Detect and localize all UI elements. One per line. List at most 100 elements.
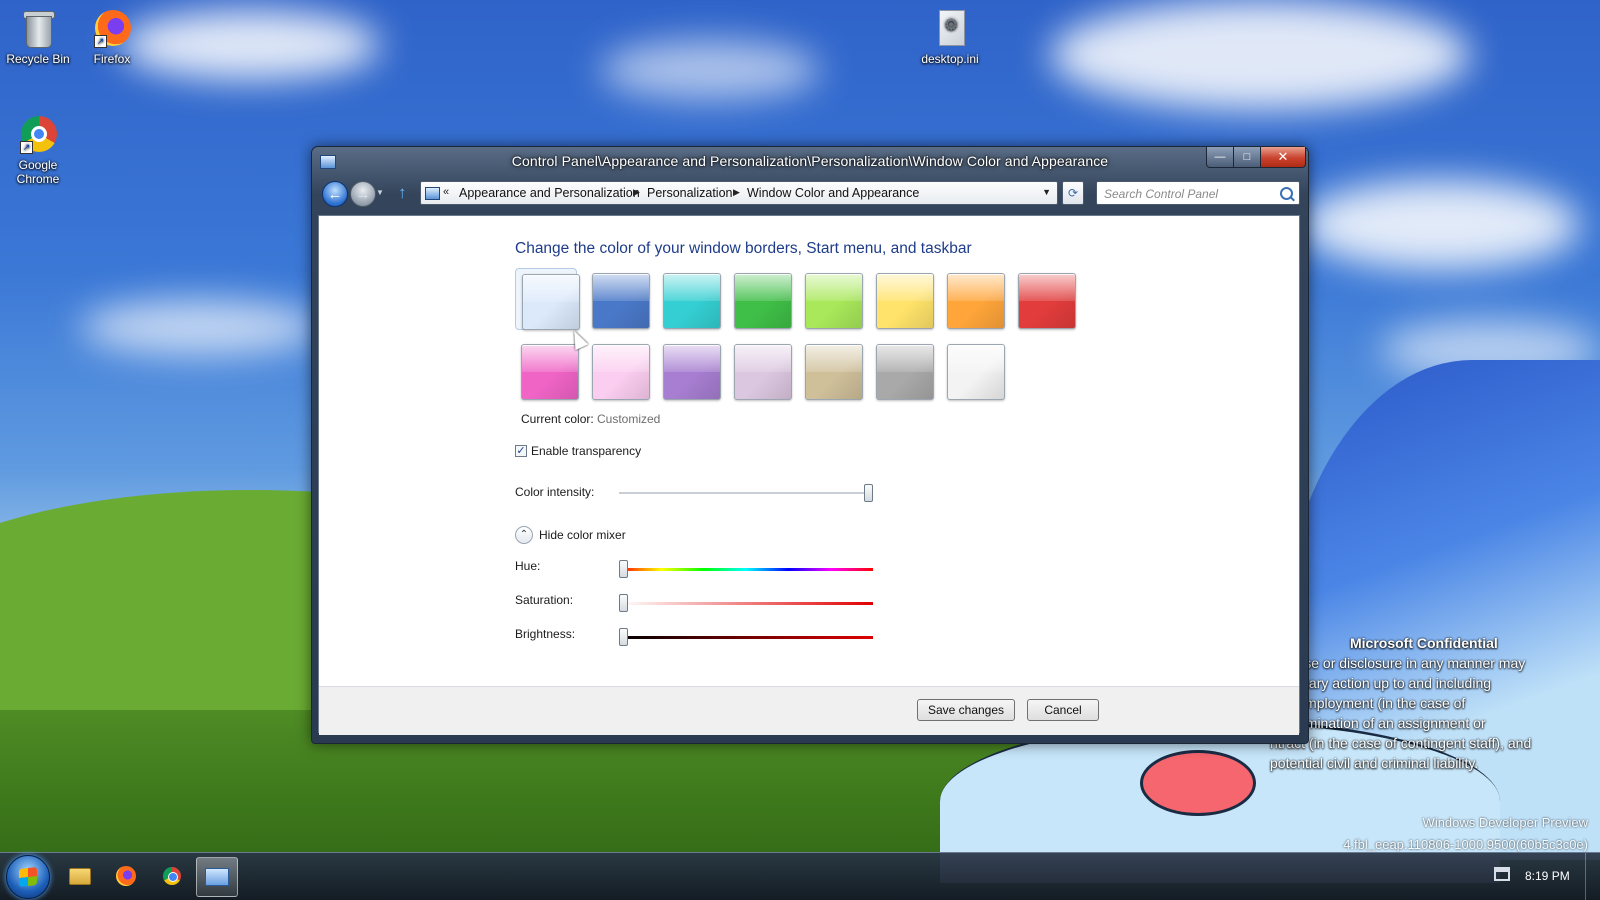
color-swatch-pumpkin[interactable] (941, 268, 1005, 329)
color-intensity-slider[interactable] (619, 492, 873, 495)
brightness-label: Brightness: (515, 627, 576, 641)
watermark-line: potential civil and criminal liability. (1270, 755, 1479, 771)
color-swatch-twilight[interactable] (586, 268, 650, 329)
watermark-line: s), termination of an assignment or (1270, 715, 1486, 731)
hide-color-mixer-label[interactable]: Hide color mixer (539, 528, 626, 542)
window-title: Control Panel\Appearance and Personaliza… (511, 153, 1109, 169)
dialog-footer: Save changes Cancel (319, 686, 1299, 735)
color-swatch-sun[interactable] (870, 268, 934, 329)
swatch-color (1018, 273, 1076, 329)
color-swatch-ruby[interactable] (1012, 268, 1076, 329)
cloud (1050, 0, 1470, 110)
back-button[interactable]: ← (322, 181, 348, 207)
folder-icon (69, 867, 91, 885)
cancel-button[interactable]: Cancel (1027, 699, 1099, 721)
maximize-button[interactable]: □ (1233, 147, 1261, 168)
chevron-up-icon[interactable]: ⌃ (515, 526, 533, 544)
title-bar[interactable]: Control Panel\Appearance and Personaliza… (312, 147, 1308, 175)
minimize-button[interactable]: — (1206, 147, 1234, 168)
color-swatch-blush[interactable] (586, 339, 650, 400)
hue-slider-thumb[interactable] (619, 560, 628, 578)
color-swatch-fuchsia[interactable] (515, 339, 579, 400)
color-swatch-taupe[interactable] (799, 339, 863, 400)
breadcrumb-appearance[interactable]: Appearance and Personalization (459, 186, 640, 200)
chevron-right-icon[interactable]: ▶ (733, 187, 740, 198)
brightness-slider-thumb[interactable] (619, 628, 628, 646)
confidential-watermark: Microsoft Confidential zed use or disclo… (1270, 633, 1590, 773)
recent-pages-dropdown[interactable]: ▼ (376, 188, 384, 197)
watermark-line: zed use or disclosure in any manner may (1270, 655, 1526, 671)
close-button[interactable]: ✕ (1260, 147, 1306, 168)
taskbar-control-panel[interactable] (196, 857, 238, 897)
refresh-button[interactable]: ⟳ (1062, 181, 1084, 205)
search-input[interactable] (1097, 182, 1284, 206)
saturation-slider-thumb[interactable] (619, 594, 628, 612)
recycle-bin-icon (18, 8, 58, 48)
search-icon[interactable] (1280, 187, 1293, 200)
swatch-color (876, 344, 934, 400)
firefox-icon: ↗ (92, 8, 132, 48)
build-watermark: Windows Developer Preview 4.fbl_eeap.110… (1343, 812, 1588, 856)
search-box[interactable] (1096, 181, 1300, 206)
brightness-slider[interactable] (619, 636, 873, 639)
color-swatch-lavender[interactable] (728, 339, 792, 400)
action-center-icon[interactable] (1494, 867, 1510, 881)
enable-transparency-checkbox[interactable]: ✓ (515, 445, 527, 457)
swatch-color (876, 273, 934, 329)
swatch-color (805, 344, 863, 400)
watermark-line: sciplinary action up to and including (1270, 675, 1492, 691)
chevron-right-icon[interactable]: ▶ (633, 187, 640, 198)
swatch-color (592, 344, 650, 400)
color-swatch-violet[interactable] (657, 339, 721, 400)
settings-file-icon (930, 8, 970, 48)
color-swatch-lime[interactable] (799, 268, 863, 329)
color-swatch-sky[interactable] (515, 268, 580, 330)
desktop-icon-label: Recycle Bin (6, 52, 70, 66)
breadcrumb-personalization[interactable]: Personalization (647, 186, 732, 200)
firefox-icon (116, 866, 136, 886)
taskbar-firefox[interactable] (106, 857, 146, 895)
taskbar-clock[interactable]: 8:19 PM (1525, 869, 1570, 883)
desktop-icon-desktop-ini[interactable]: desktop.ini (912, 8, 988, 66)
start-button[interactable] (6, 855, 50, 899)
save-changes-button[interactable]: Save changes (917, 699, 1015, 721)
swatch-color (947, 344, 1005, 400)
taskbar-chrome[interactable] (152, 857, 192, 895)
saturation-slider[interactable] (619, 602, 873, 605)
chrome-icon (163, 867, 181, 885)
cloud (80, 300, 320, 355)
up-button[interactable]: ↑ (398, 183, 407, 203)
color-swatch-chocolate[interactable] (870, 339, 934, 400)
watermark-line: n of employment (in the case of (1270, 695, 1466, 711)
chevron-down-icon[interactable]: ▼ (1042, 187, 1051, 197)
desktop-icon-label: desktop.ini (921, 52, 979, 66)
cloud (1300, 180, 1580, 270)
control-panel-window: Control Panel\Appearance and Personaliza… (311, 146, 1309, 744)
desktop-icon-firefox[interactable]: ↗ Firefox (74, 8, 150, 66)
desktop-icon-google-chrome[interactable]: ↗ Google Chrome (0, 114, 76, 186)
address-bar[interactable]: « Appearance and Personalization ▶ Perso… (420, 181, 1058, 205)
color-intensity-label: Color intensity: (515, 485, 595, 499)
breadcrumb-window-color[interactable]: Window Color and Appearance (747, 186, 919, 200)
taskbar: 8:19 PM (0, 852, 1600, 900)
swatch-color (805, 273, 863, 329)
watermark-title: Microsoft Confidential (1350, 635, 1498, 651)
swatch-color (663, 273, 721, 329)
desktop-icon-label: Firefox (93, 52, 131, 66)
color-swatch-sea[interactable] (657, 268, 721, 329)
watermark-line: ntract (in the case of contingent staff)… (1270, 735, 1532, 751)
desktop-icon-recycle-bin[interactable]: Recycle Bin (0, 8, 76, 66)
breadcrumb-overflow[interactable]: « (443, 186, 449, 198)
taskbar-file-explorer[interactable] (60, 857, 100, 895)
color-intensity-thumb[interactable] (864, 484, 873, 502)
forward-button[interactable]: → (350, 181, 376, 207)
hue-label: Hue: (515, 559, 541, 573)
control-panel-icon (205, 868, 229, 886)
enable-transparency-label[interactable]: Enable transparency (531, 444, 641, 458)
color-swatch-frost[interactable] (941, 339, 1005, 400)
swatch-color (522, 274, 580, 330)
hue-slider[interactable] (619, 568, 873, 571)
show-desktop-button[interactable] (1585, 853, 1600, 900)
color-swatch-leaf[interactable] (728, 268, 792, 329)
navigation-bar: ← → ▼ ↑ « Appearance and Personalization… (312, 177, 1308, 211)
